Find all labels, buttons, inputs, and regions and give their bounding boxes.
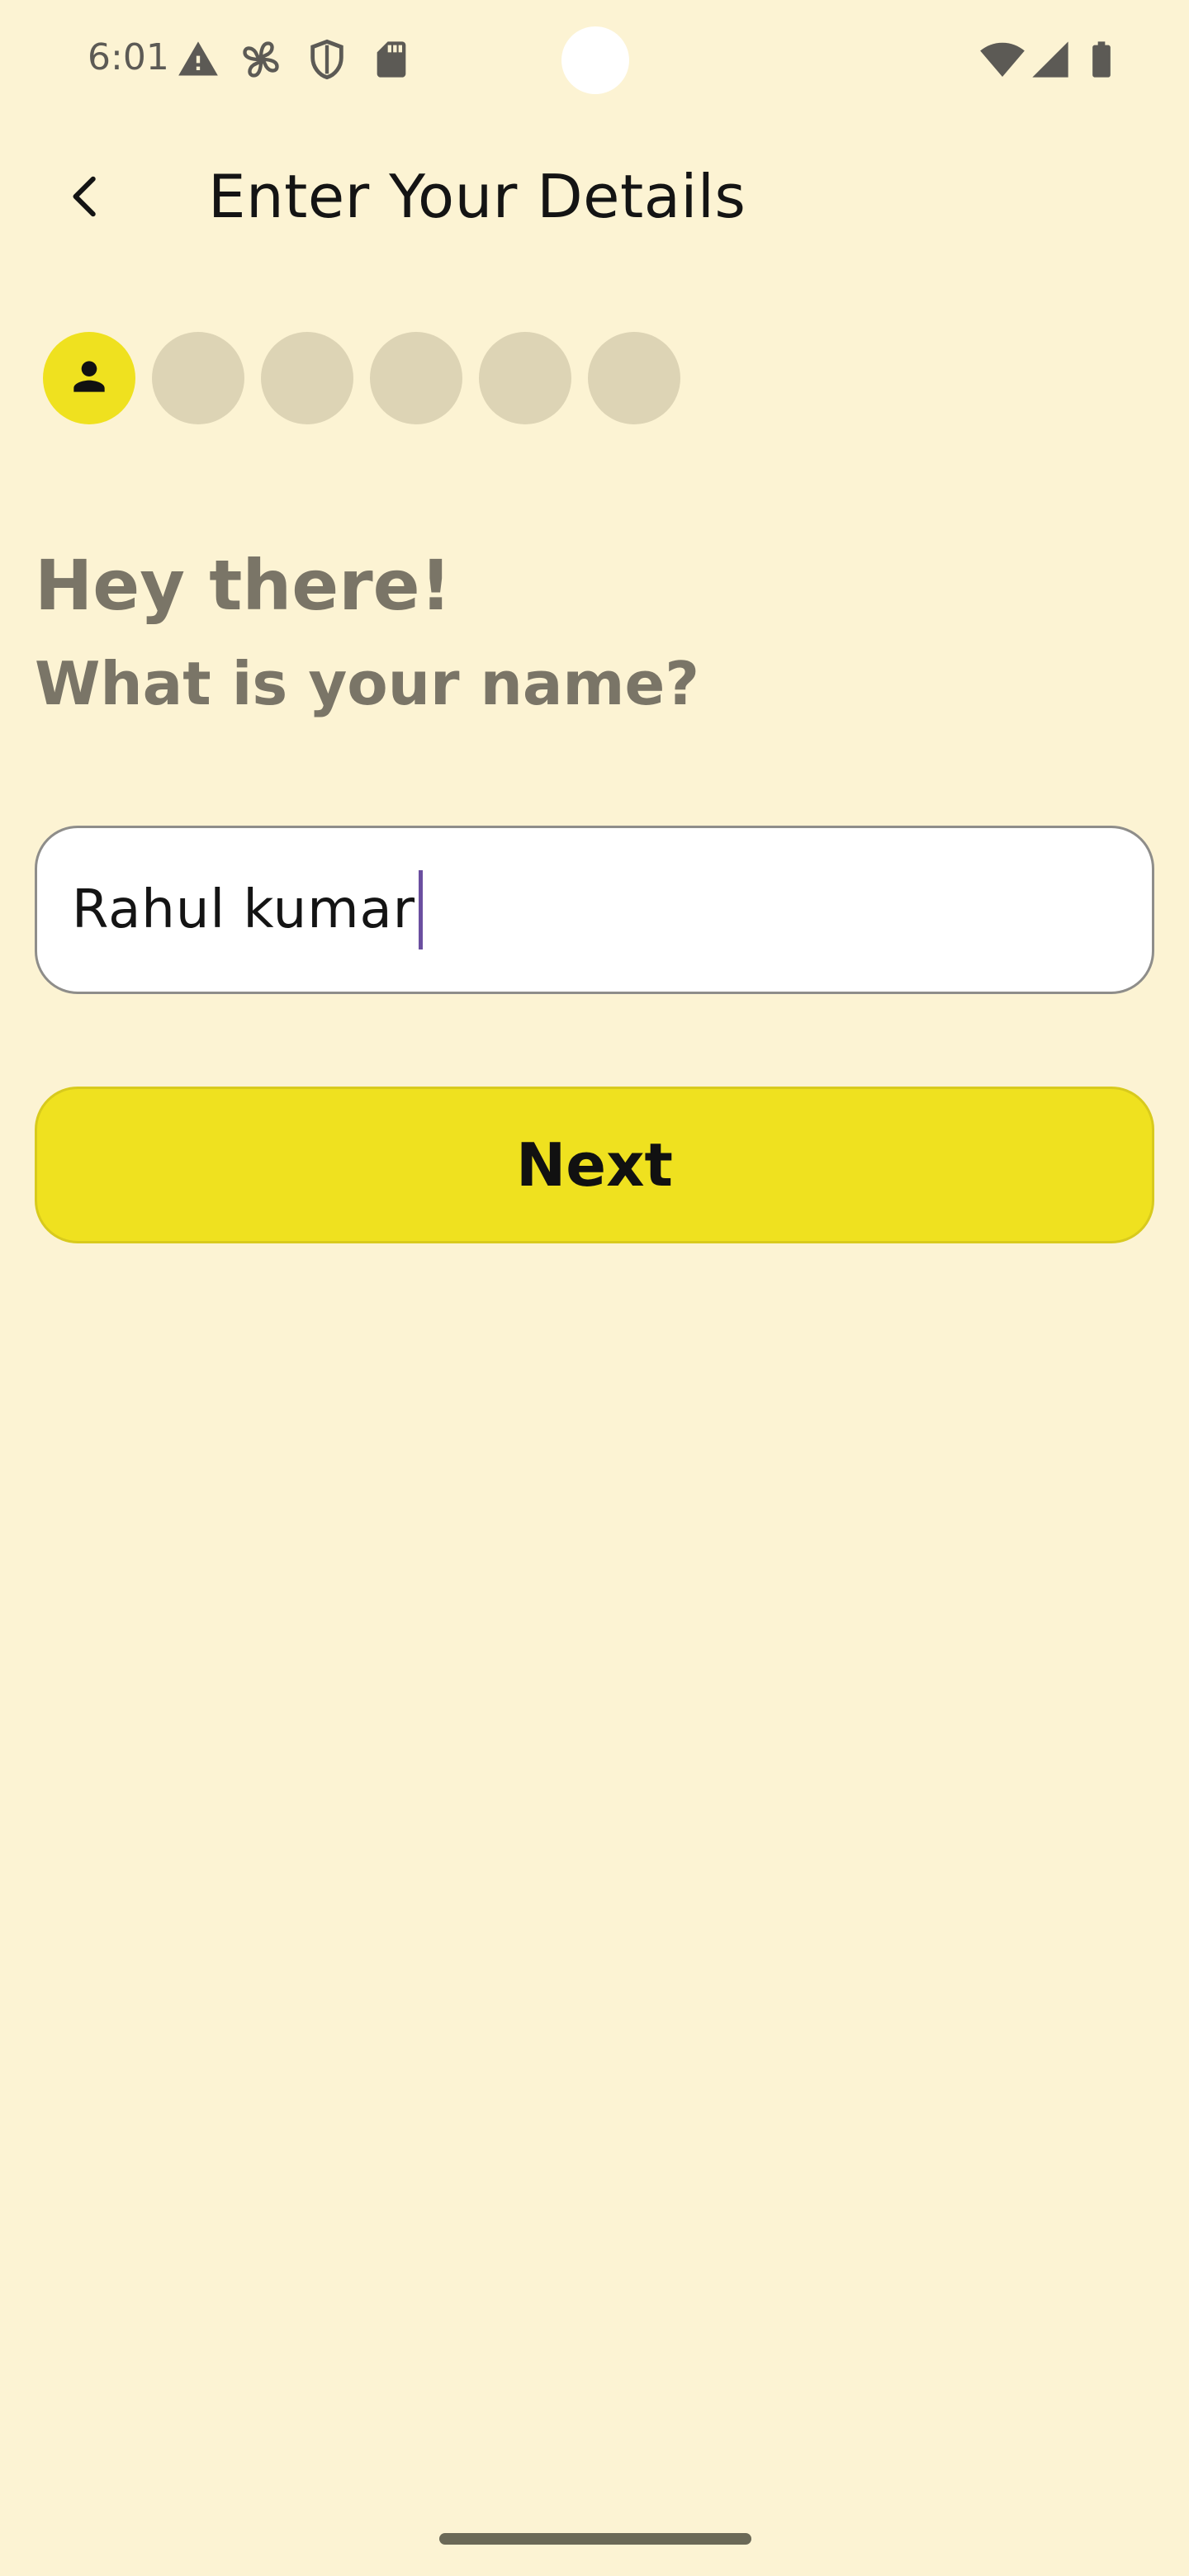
front-camera bbox=[561, 26, 629, 94]
text-caret bbox=[419, 870, 424, 949]
step-4 bbox=[370, 332, 462, 424]
sd-card-icon bbox=[370, 38, 413, 81]
back-button[interactable] bbox=[46, 159, 126, 238]
step-indicator bbox=[43, 332, 680, 424]
step-5 bbox=[479, 332, 571, 424]
status-bar: 6:01 bbox=[0, 0, 1189, 124]
greeting-heading: Hey there! bbox=[35, 545, 452, 626]
shield-icon bbox=[306, 38, 348, 81]
page-title: Enter Your Details bbox=[208, 162, 746, 231]
fan-icon bbox=[239, 38, 282, 81]
next-button[interactable]: Next bbox=[35, 1087, 1154, 1243]
person-icon bbox=[66, 353, 112, 403]
wifi-icon bbox=[979, 36, 1026, 83]
warning-icon bbox=[177, 38, 220, 81]
step-2 bbox=[152, 332, 244, 424]
signal-icon bbox=[1029, 38, 1072, 81]
next-button-label: Next bbox=[516, 1130, 673, 1200]
step-6 bbox=[588, 332, 680, 424]
name-input-value: Rahul kumar bbox=[72, 879, 416, 940]
screen: 6:01 Enter Your Details Hey there! What … bbox=[0, 0, 1189, 2576]
status-time: 6:01 bbox=[88, 36, 169, 78]
step-1 bbox=[43, 332, 135, 424]
question-heading: What is your name? bbox=[35, 649, 700, 718]
step-3 bbox=[261, 332, 353, 424]
gesture-navigation-bar[interactable] bbox=[439, 2533, 751, 2545]
name-input[interactable]: Rahul kumar bbox=[35, 826, 1154, 994]
arrow-back-icon bbox=[61, 172, 111, 225]
battery-icon bbox=[1080, 38, 1123, 81]
